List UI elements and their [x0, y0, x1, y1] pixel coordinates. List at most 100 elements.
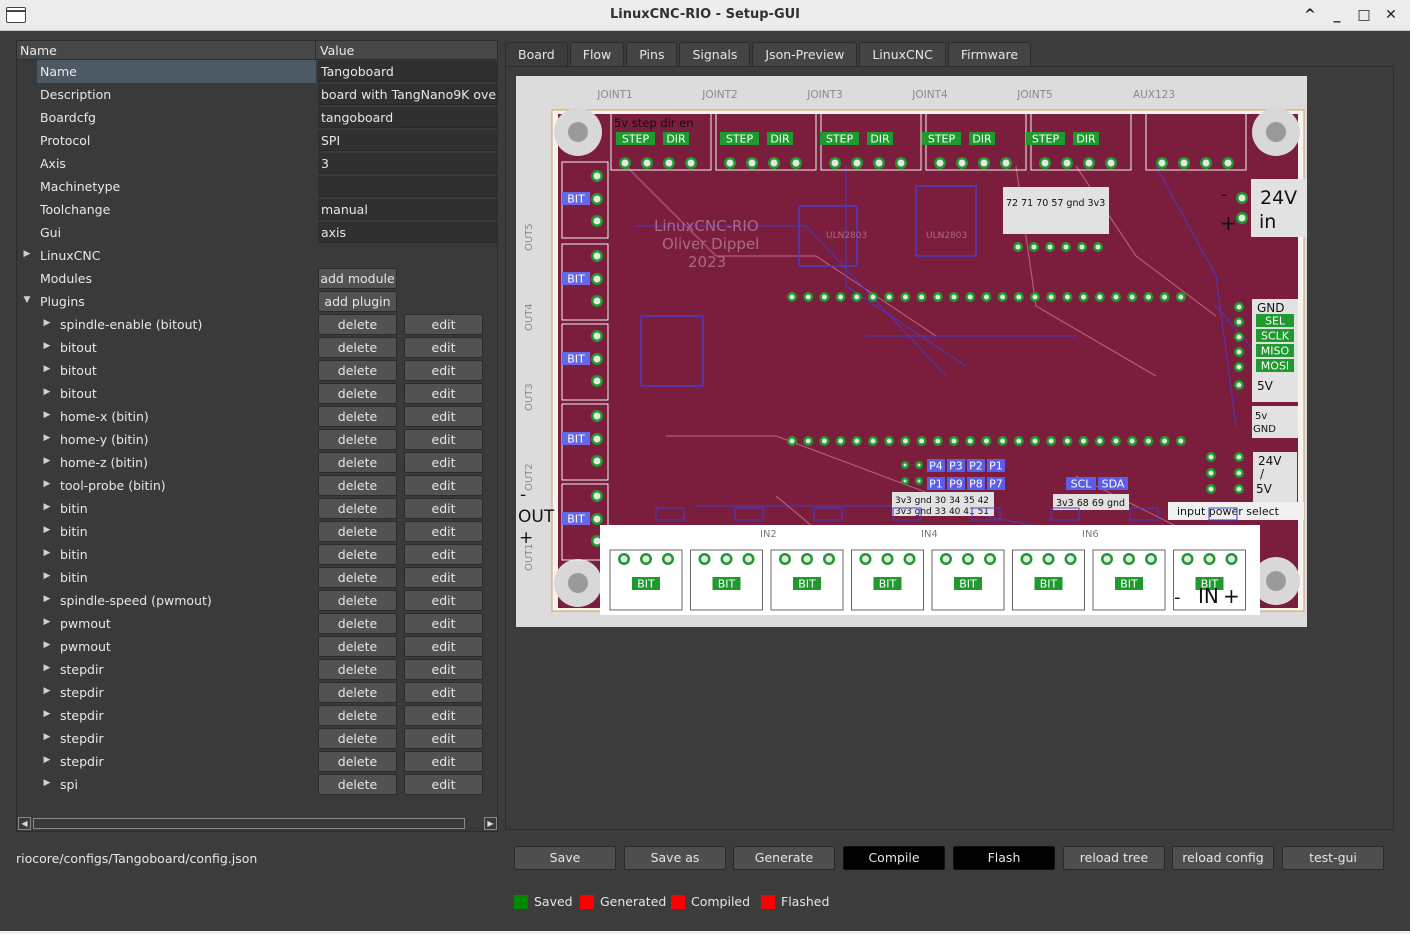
plugin-edit-button[interactable]: edit — [404, 314, 483, 335]
plugin-row[interactable]: ▶ bitin delete edit — [17, 497, 497, 520]
plugin-delete-button[interactable]: delete — [318, 475, 397, 496]
plugin-delete-button[interactable]: delete — [318, 613, 397, 634]
plugin-row[interactable]: ▶ home-x (bitin) delete edit — [17, 405, 497, 428]
plugin-delete-button[interactable]: delete — [318, 567, 397, 588]
collapsed-arrow-icon[interactable]: ▶ — [42, 364, 52, 376]
generate-button[interactable]: Generate — [733, 846, 835, 870]
collapsed-arrow-icon[interactable]: ▶ — [42, 502, 52, 514]
horizontal-scrollbar[interactable]: ◀ ▶ — [17, 816, 497, 831]
tree-row-value-field[interactable]: board with TangNano9K over SPI — [318, 84, 497, 105]
tree-row-value-field[interactable]: SPI — [318, 130, 497, 151]
tree-row-value-field[interactable]: axis — [318, 222, 497, 243]
plugin-edit-button[interactable]: edit — [404, 406, 483, 427]
plugin-edit-button[interactable]: edit — [404, 429, 483, 450]
plugin-edit-button[interactable]: edit — [404, 636, 483, 657]
plugin-row[interactable]: ▶ pwmout delete edit — [17, 635, 497, 658]
plugin-row[interactable]: ▶ stepdir delete edit — [17, 750, 497, 773]
tab-linuxcnc[interactable]: LinuxCNC — [859, 42, 946, 67]
collapsed-arrow-icon[interactable]: ▶ — [42, 755, 52, 767]
collapsed-arrow-icon[interactable]: ▶ — [42, 709, 52, 721]
tree-row[interactable]: Gui axis — [17, 221, 497, 244]
plugin-delete-button[interactable]: delete — [318, 498, 397, 519]
plugin-delete-button[interactable]: delete — [318, 452, 397, 473]
plugin-edit-button[interactable]: edit — [404, 728, 483, 749]
tab-firmware[interactable]: Firmware — [947, 42, 1032, 67]
plugin-row[interactable]: ▶ bitin delete edit — [17, 566, 497, 589]
add-module-button[interactable]: add module — [318, 268, 397, 289]
config-tree[interactable]: Name Value Name Tangoboard Description boar… — [16, 40, 498, 832]
plugin-delete-button[interactable]: delete — [318, 406, 397, 427]
plugin-row[interactable]: ▶ spi delete edit — [17, 773, 497, 796]
plugin-edit-button[interactable]: edit — [404, 544, 483, 565]
collapsed-arrow-icon[interactable]: ▶ — [42, 617, 52, 629]
tree-row[interactable]: Toolchange manual — [17, 198, 497, 221]
plugin-row[interactable]: ▶ tool-probe (bitin) delete edit — [17, 474, 497, 497]
tab-signals[interactable]: Signals — [679, 42, 751, 67]
plugin-row[interactable]: ▶ bitin delete edit — [17, 543, 497, 566]
tree-row-value-field[interactable] — [318, 176, 497, 197]
plugin-delete-button[interactable]: delete — [318, 314, 397, 335]
tree-row[interactable]: Boardcfg tangoboard — [17, 106, 497, 129]
plugin-edit-button[interactable]: edit — [404, 682, 483, 703]
collapsed-arrow-icon[interactable]: ▶ — [42, 479, 52, 491]
collapsed-arrow-icon[interactable]: ▶ — [22, 249, 32, 261]
tree-row[interactable]: Machinetype — [17, 175, 497, 198]
plugin-row[interactable]: ▶ bitout delete edit — [17, 336, 497, 359]
collapsed-arrow-icon[interactable]: ▶ — [42, 456, 52, 468]
plugin-edit-button[interactable]: edit — [404, 498, 483, 519]
save-button[interactable]: Save — [514, 846, 616, 870]
tree-row[interactable]: Modules add module — [17, 267, 497, 290]
collapsed-arrow-icon[interactable]: ▶ — [42, 663, 52, 675]
maximize-icon[interactable]: □ — [1357, 6, 1371, 24]
plugin-edit-button[interactable]: edit — [404, 659, 483, 680]
plugin-edit-button[interactable]: edit — [404, 452, 483, 473]
plugin-delete-button[interactable]: delete — [318, 521, 397, 542]
collapsed-arrow-icon[interactable]: ▶ — [42, 732, 52, 744]
plugin-edit-button[interactable]: edit — [404, 475, 483, 496]
plugin-delete-button[interactable]: delete — [318, 383, 397, 404]
plugin-edit-button[interactable]: edit — [404, 337, 483, 358]
column-value-header[interactable]: Value — [320, 43, 354, 58]
plugin-row[interactable]: ▶ stepdir delete edit — [17, 727, 497, 750]
plugin-edit-button[interactable]: edit — [404, 613, 483, 634]
minimize-icon[interactable]: _ — [1330, 6, 1344, 24]
tab-board[interactable]: Board — [505, 42, 568, 67]
tree-row-value-field[interactable]: Tangoboard — [318, 61, 497, 82]
plugin-row[interactable]: ▶ stepdir delete edit — [17, 681, 497, 704]
plugin-row[interactable]: ▶ home-y (bitin) delete edit — [17, 428, 497, 451]
plugin-edit-button[interactable]: edit — [404, 774, 483, 795]
plugin-delete-button[interactable]: delete — [318, 636, 397, 657]
collapsed-arrow-icon[interactable]: ▶ — [42, 686, 52, 698]
plugin-delete-button[interactable]: delete — [318, 337, 397, 358]
tree-row[interactable]: Name Tangoboard — [17, 60, 497, 83]
tree-row[interactable]: Protocol SPI — [17, 129, 497, 152]
add-plugin-button[interactable]: add plugin — [318, 291, 397, 312]
scroll-right-icon[interactable]: ▶ — [484, 817, 497, 830]
plugin-delete-button[interactable]: delete — [318, 682, 397, 703]
flash-button[interactable]: Flash — [953, 846, 1055, 870]
plugin-row[interactable]: ▶ spindle-speed (pwmout) delete edit — [17, 589, 497, 612]
keep-above-icon[interactable]: ^ — [1303, 6, 1317, 24]
plugin-edit-button[interactable]: edit — [404, 360, 483, 381]
plugin-row[interactable]: ▶ stepdir delete edit — [17, 704, 497, 727]
plugin-delete-button[interactable]: delete — [318, 751, 397, 772]
plugin-delete-button[interactable]: delete — [318, 544, 397, 565]
collapsed-arrow-icon[interactable]: ▶ — [42, 548, 52, 560]
save-as-button[interactable]: Save as — [624, 846, 726, 870]
collapsed-arrow-icon[interactable]: ▶ — [42, 525, 52, 537]
plugin-row[interactable]: ▶ home-z (bitin) delete edit — [17, 451, 497, 474]
plugin-row[interactable]: ▶ stepdir delete edit — [17, 658, 497, 681]
scroll-thumb[interactable] — [33, 818, 465, 829]
collapsed-arrow-icon[interactable]: ▶ — [42, 410, 52, 422]
plugin-delete-button[interactable]: delete — [318, 728, 397, 749]
collapsed-arrow-icon[interactable]: ▶ — [42, 387, 52, 399]
plugin-edit-button[interactable]: edit — [404, 567, 483, 588]
tab-pins[interactable]: Pins — [626, 42, 678, 67]
compile-button[interactable]: Compile — [843, 846, 945, 870]
plugin-edit-button[interactable]: edit — [404, 383, 483, 404]
expanded-arrow-icon[interactable]: ▼ — [22, 295, 32, 307]
plugin-delete-button[interactable]: delete — [318, 360, 397, 381]
collapsed-arrow-icon[interactable]: ▶ — [42, 318, 52, 330]
collapsed-arrow-icon[interactable]: ▶ — [42, 571, 52, 583]
plugin-edit-button[interactable]: edit — [404, 590, 483, 611]
